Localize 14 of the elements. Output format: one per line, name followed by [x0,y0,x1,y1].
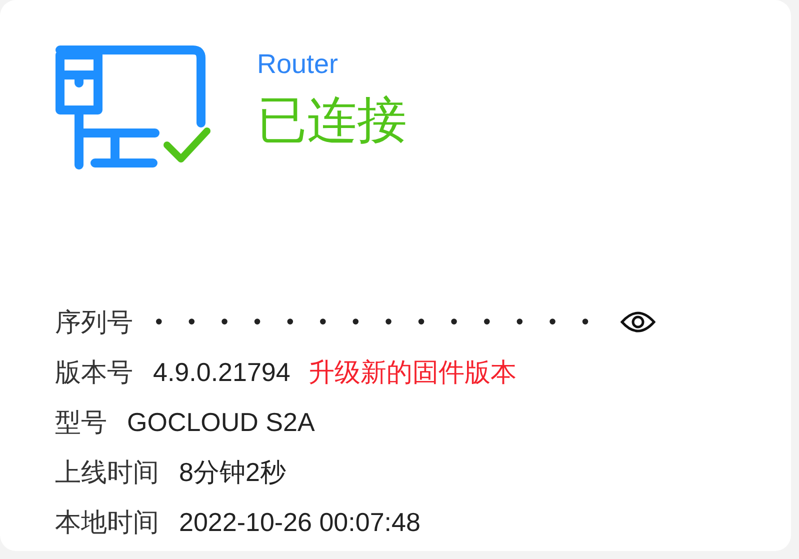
field-label: 版本号 [55,356,133,388]
field-label: 上线时间 [55,456,159,488]
eye-icon[interactable] [620,310,656,334]
field-label: 本地时间 [55,506,159,538]
field-value: 4.9.0.21794 [153,356,290,388]
field-value: 8分钟2秒 [179,456,286,488]
field-value: 2022-10-26 00:07:48 [179,506,420,538]
field-label: 型号 [55,406,107,438]
device-type-label: Router [257,48,340,81]
field-value: GOCLOUD S2A [127,406,315,438]
field-label: 序列号 [55,306,133,338]
masked-value: •••••••••••••• [153,309,612,335]
upgrade-link[interactable]: 升级新的固件版本 [308,352,516,392]
connection-status: 已连接 [257,91,407,150]
